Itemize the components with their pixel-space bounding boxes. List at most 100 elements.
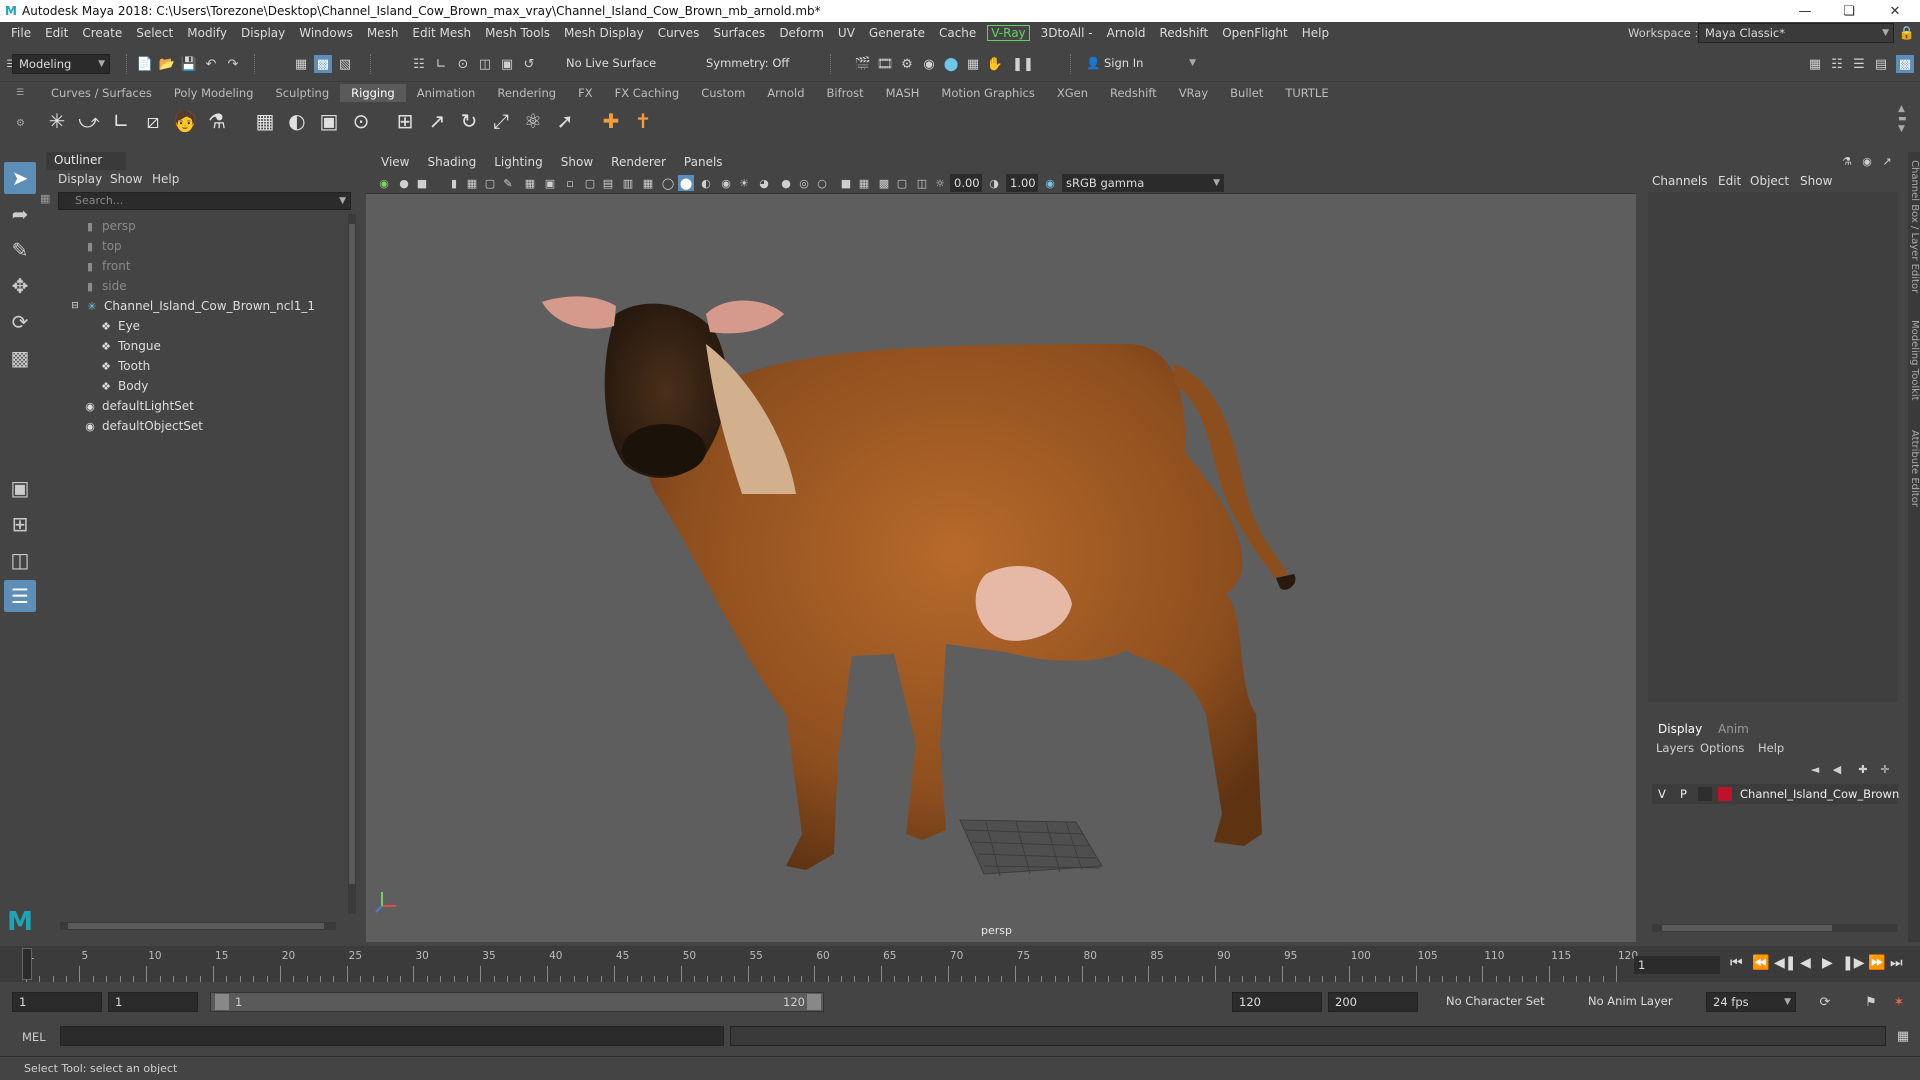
shelf-tab-animation[interactable]: Animation bbox=[406, 84, 487, 102]
shelf-tab-mash[interactable]: MASH bbox=[875, 84, 931, 102]
resolution-gate-icon[interactable]: ▫ bbox=[562, 175, 578, 191]
layer-hscrollbar[interactable] bbox=[1652, 924, 1898, 932]
motion-blur-icon[interactable]: ◎ bbox=[796, 175, 812, 191]
viewport-menu-lighting[interactable]: Lighting bbox=[485, 155, 552, 169]
colorspace-dropdown[interactable]: sRGB gamma ▼ bbox=[1062, 174, 1224, 192]
aim-constraint-icon[interactable]: ↗ bbox=[422, 106, 452, 136]
channel-box-menu-object[interactable]: Object bbox=[1750, 174, 1789, 188]
move-tool-icon[interactable]: ✥ bbox=[4, 270, 36, 302]
live-surface-field[interactable]: No Live Surface bbox=[560, 54, 672, 74]
shelf-tab-arnold[interactable]: Arnold bbox=[756, 84, 815, 102]
outliner-item-front[interactable]: ▮ front bbox=[82, 256, 131, 276]
shelf-tab-redshift[interactable]: Redshift bbox=[1099, 84, 1168, 102]
select-tool-icon[interactable]: ➤ bbox=[4, 162, 36, 194]
current-frame-field[interactable]: 1 bbox=[1634, 956, 1720, 974]
side-tab-channel-box[interactable]: Channel Box / Layer Editor bbox=[1908, 160, 1920, 293]
character-set-dropdown[interactable]: No Character Set bbox=[1440, 992, 1552, 1012]
viewport-menu-renderer[interactable]: Renderer bbox=[602, 155, 675, 169]
exposure-icon[interactable]: ☼ bbox=[932, 175, 948, 191]
outliner-item-default-light-set[interactable]: ◉ defaultLightSet bbox=[82, 396, 194, 416]
outliner-item-body[interactable]: ❖ Body bbox=[98, 376, 148, 396]
snap-point-icon[interactable]: ⊙ bbox=[454, 55, 472, 73]
textured-icon[interactable]: ◉ bbox=[718, 175, 734, 191]
xray-active-icon[interactable]: ▩ bbox=[876, 175, 892, 191]
menu-redshift[interactable]: Redshift bbox=[1152, 26, 1215, 40]
menu-help[interactable]: Help bbox=[1295, 26, 1336, 40]
shelf-tab-xgen[interactable]: XGen bbox=[1046, 84, 1099, 102]
grid-icon[interactable]: ▦ bbox=[522, 175, 538, 191]
move-layer-up-icon[interactable]: ◄ bbox=[1806, 760, 1824, 778]
sign-in-button[interactable]: 👤 Sign In ▼ bbox=[1080, 54, 1200, 74]
menu-edit[interactable]: Edit bbox=[38, 26, 75, 40]
viewport-menu-panels[interactable]: Panels bbox=[675, 155, 732, 169]
layer-menu-layers[interactable]: Layers bbox=[1656, 741, 1694, 755]
float-panel-icon[interactable]: ◉ bbox=[1858, 152, 1876, 170]
current-time-marker[interactable] bbox=[22, 948, 32, 980]
pole-vector-icon[interactable]: ➚ bbox=[550, 106, 580, 136]
close-panel-icon[interactable]: ↗ bbox=[1878, 152, 1896, 170]
select-camera-icon[interactable]: ◉ bbox=[376, 175, 392, 191]
viewport-scene[interactable] bbox=[366, 194, 1636, 942]
lasso-tool-icon[interactable]: ➦ bbox=[4, 198, 36, 230]
four-view-layout-icon[interactable]: ⊞ bbox=[4, 508, 36, 540]
rotate-tool-icon[interactable]: ⟳ bbox=[4, 306, 36, 338]
animation-start-field[interactable]: 1 bbox=[12, 992, 102, 1012]
point-constraint-icon[interactable]: ⊞ bbox=[390, 106, 420, 136]
move-layer-down-icon[interactable]: ◀ bbox=[1828, 760, 1846, 778]
search-options-icon[interactable]: ▦ bbox=[40, 192, 56, 210]
menu-uv[interactable]: UV bbox=[831, 26, 862, 40]
new-layer-icon[interactable]: ✚ bbox=[1854, 760, 1872, 778]
step-forward-key-icon[interactable]: ⏩ bbox=[1868, 955, 1885, 971]
shelf-tab-motion-graphics[interactable]: Motion Graphics bbox=[930, 84, 1045, 102]
cluster-icon[interactable]: ⊙ bbox=[346, 106, 376, 136]
range-end-handle[interactable] bbox=[807, 994, 821, 1010]
menu-openflight[interactable]: OpenFlight bbox=[1215, 26, 1295, 40]
layer-row[interactable]: V P Channel_Island_Cow_Brown bbox=[1652, 784, 1899, 804]
menu-windows[interactable]: Windows bbox=[292, 26, 360, 40]
outliner-menu-display[interactable]: Display bbox=[58, 172, 102, 186]
outliner-hscrollbar[interactable] bbox=[60, 922, 336, 930]
outliner-item-default-object-set[interactable]: ◉ defaultObjectSet bbox=[82, 416, 203, 436]
channel-box-toggle-icon[interactable]: ▩ bbox=[1896, 55, 1914, 73]
new-layer-selected-icon[interactable]: ✛ bbox=[1876, 760, 1894, 778]
layer-tab-display[interactable]: Display bbox=[1658, 722, 1702, 736]
menu-mesh-display[interactable]: Mesh Display bbox=[557, 26, 651, 40]
hypershade-icon[interactable]: ◉ bbox=[920, 55, 938, 73]
anim-layer-dropdown[interactable]: No Anim Layer bbox=[1582, 992, 1684, 1012]
gamma-icon[interactable]: ◑ bbox=[986, 175, 1002, 191]
mel-input[interactable] bbox=[60, 1026, 724, 1046]
render-icon[interactable]: 🎬 bbox=[854, 55, 872, 73]
render-settings-icon[interactable]: ⚙ bbox=[898, 55, 916, 73]
viewport-menu-show[interactable]: Show bbox=[552, 155, 602, 169]
menu-arnold[interactable]: Arnold bbox=[1100, 26, 1153, 40]
channel-box-menu-channels[interactable]: Channels bbox=[1652, 174, 1708, 188]
menu-vray[interactable]: V-Ray bbox=[987, 25, 1030, 41]
menu-mesh[interactable]: Mesh bbox=[360, 26, 406, 40]
play-forwards-icon[interactable]: ▶ bbox=[1822, 955, 1833, 971]
layer-playback-toggle[interactable]: P bbox=[1680, 787, 1687, 801]
symmetry-dropdown[interactable]: Symmetry: Off bbox=[700, 54, 812, 74]
menu-curves[interactable]: Curves bbox=[651, 26, 707, 40]
select-components-icon[interactable]: ▧ bbox=[336, 55, 354, 73]
shelf-tab-poly-modeling[interactable]: Poly Modeling bbox=[163, 84, 265, 102]
save-scene-icon[interactable]: 💾 bbox=[180, 55, 198, 73]
menu-deform[interactable]: Deform bbox=[772, 26, 831, 40]
scale-constraint-icon[interactable]: ⤢ bbox=[486, 106, 516, 136]
scrollbar-thumb[interactable] bbox=[68, 923, 324, 929]
scrollbar-thumb[interactable] bbox=[349, 224, 355, 884]
layer-menu-options[interactable]: Options bbox=[1700, 741, 1744, 755]
2d-pan-zoom-icon[interactable]: ▢ bbox=[482, 175, 498, 191]
channel-box-menu-show[interactable]: Show bbox=[1800, 174, 1832, 188]
snap-curve-icon[interactable]: ∟ bbox=[432, 55, 450, 73]
wireframe-on-shaded-icon[interactable]: ◐ bbox=[698, 175, 714, 191]
shelf-scroll-icon[interactable]: ▲ ▬ ▼ bbox=[1898, 104, 1907, 134]
menu-file[interactable]: File bbox=[4, 26, 38, 40]
shelf-tab-turtle[interactable]: TURTLE bbox=[1274, 84, 1339, 102]
layer-name[interactable]: Channel_Island_Cow_Brown bbox=[1740, 787, 1899, 801]
scale-tool-icon[interactable]: ▩ bbox=[4, 342, 36, 374]
playback-start-field[interactable]: 1 bbox=[108, 992, 198, 1012]
vray-render-icon[interactable]: ✋ bbox=[986, 55, 1004, 73]
safe-action-icon[interactable]: ▥ bbox=[620, 175, 636, 191]
shelf-tab-rigging[interactable]: Rigging bbox=[340, 84, 406, 102]
step-back-frame-icon[interactable]: ◀❚ bbox=[1774, 955, 1797, 971]
